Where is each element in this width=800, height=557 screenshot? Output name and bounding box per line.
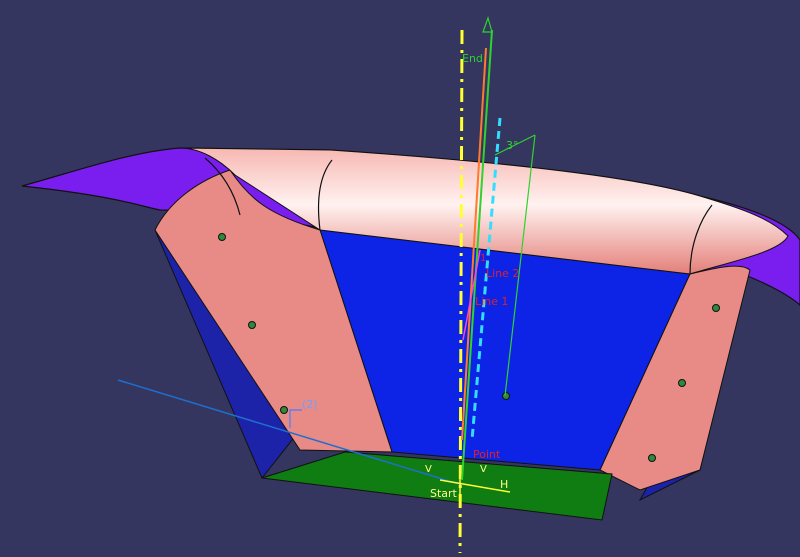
label-line1: Line 1 <box>475 295 508 308</box>
label-line2: Line 2 <box>486 267 519 280</box>
label-v-axis-right: V <box>480 464 487 475</box>
label-num-one: 1 <box>480 253 486 264</box>
3d-viewport[interactable]: End 3° 1 Line 2 Line 1 Point (2) V V Sta… <box>0 0 800 554</box>
label-end: End <box>462 52 483 65</box>
part-geometry-view[interactable]: End 3° 1 Line 2 Line 1 Point (2) V V Sta… <box>0 0 800 554</box>
label-v-axis-left: V <box>425 464 432 475</box>
label-h-axis: H <box>500 478 508 491</box>
label-tag: (2) <box>302 398 318 411</box>
arrow-head <box>482 16 493 33</box>
label-start: Start <box>430 487 458 500</box>
label-angle: 3° <box>506 139 519 152</box>
label-point: Point <box>473 448 501 461</box>
